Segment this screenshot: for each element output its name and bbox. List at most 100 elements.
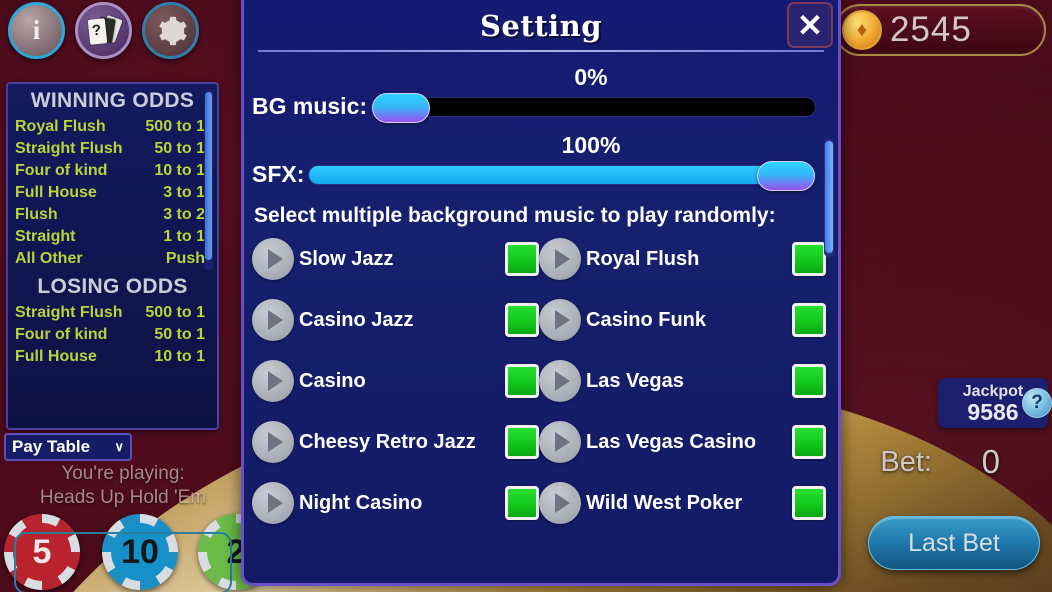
music-section-title: Select multiple background music to play… <box>254 204 776 227</box>
sfx-slider-row: SFX: <box>244 160 838 191</box>
track-name: Royal Flush <box>586 247 700 270</box>
now-playing-game: Heads Up Hold 'Em <box>39 487 207 508</box>
table-row: All Other Push <box>8 248 217 270</box>
bg-music-label: BG music: <box>252 93 368 119</box>
play-icon[interactable] <box>539 360 581 402</box>
track-name: Slow Jazz <box>299 247 394 270</box>
help-cards-icon[interactable]: ? <box>75 2 132 59</box>
play-icon[interactable] <box>252 299 294 341</box>
odds-panel-scrollbar[interactable] <box>204 90 213 270</box>
track-checkbox[interactable] <box>505 486 539 520</box>
bet-label: Bet: <box>880 446 932 478</box>
track-checkbox[interactable] <box>505 425 539 459</box>
coin-icon: ♦ <box>842 10 882 50</box>
odds-hand: All Other <box>15 250 83 267</box>
sfx-slider[interactable] <box>308 160 816 191</box>
track-checkbox[interactable] <box>792 425 826 459</box>
track-name: Wild West Poker <box>586 491 743 514</box>
close-glyph: ✕ <box>797 7 823 43</box>
play-icon[interactable] <box>252 482 294 524</box>
track-checkbox[interactable] <box>792 303 826 337</box>
bg-music-slider-block: 0% BG music: <box>244 64 838 123</box>
track-checkbox[interactable] <box>792 242 826 276</box>
play-icon[interactable] <box>252 238 294 280</box>
now-playing-note: You're playing: Heads Up Hold 'Em <box>8 462 238 510</box>
odds-payout: 3 to 2 <box>163 206 205 223</box>
dialog-scrollbar[interactable] <box>824 139 834 257</box>
odds-panel[interactable]: WINNING ODDS Royal Flush 500 to 1 Straig… <box>6 82 219 430</box>
last-bet-label: Last Bet <box>908 528 1000 557</box>
track-cell: Las Vegas Casino <box>539 421 826 463</box>
gear-icon[interactable] <box>142 2 199 59</box>
track-checkbox[interactable] <box>505 364 539 398</box>
track-checkbox[interactable] <box>505 242 539 276</box>
odds-hand: Flush <box>15 206 58 223</box>
odds-payout: 10 to 1 <box>154 162 205 179</box>
odds-hand: Full House <box>15 348 97 365</box>
track-cell: Night Casino <box>252 482 539 524</box>
bg-music-slider[interactable] <box>371 92 816 123</box>
table-row: Flush 3 to 2 <box>8 204 217 226</box>
list-item: Casino Jazz Casino Funk <box>252 299 826 341</box>
cards-glyph: ? <box>87 14 123 48</box>
table-row: Four of kind 50 to 1 <box>8 324 217 346</box>
track-cell: Casino <box>252 360 539 402</box>
jackpot-value: 9586 <box>967 398 1019 425</box>
track-name: Las Vegas Casino <box>586 430 757 453</box>
table-row: Full House 3 to 1 <box>8 182 217 204</box>
track-name: Las Vegas <box>586 369 684 392</box>
music-track-grid: Slow Jazz Royal Flush Casino Jazz Casino… <box>244 232 838 524</box>
odds-hand: Straight Flush <box>15 304 123 321</box>
track-name: Cheesy Retro Jazz <box>299 430 476 453</box>
track-cell: Casino Jazz <box>252 299 539 341</box>
list-item: Night Casino Wild West Poker <box>252 482 826 524</box>
pay-table-dropdown[interactable]: Pay Table ∨ <box>4 433 132 461</box>
bg-music-slider-thumb[interactable] <box>372 92 431 123</box>
track-checkbox[interactable] <box>505 303 539 337</box>
bg-music-slider-row: BG music: <box>244 92 838 123</box>
track-cell: Slow Jazz <box>252 238 539 280</box>
play-icon[interactable] <box>539 482 581 524</box>
track-checkbox[interactable] <box>792 486 826 520</box>
sfx-slider-fill <box>309 165 816 184</box>
top-icon-bar: i ? <box>8 2 199 59</box>
odds-hand: Full House <box>15 184 97 201</box>
sfx-slider-block: 100% SFX: <box>244 132 838 191</box>
track-cell: Las Vegas <box>539 360 826 402</box>
odds-payout: 500 to 1 <box>145 118 205 135</box>
odds-payout: 10 to 1 <box>154 348 205 365</box>
jackpot-help-icon[interactable]: ? <box>1022 388 1052 418</box>
table-row: Full House 10 to 1 <box>8 346 217 368</box>
play-icon[interactable] <box>539 238 581 280</box>
track-cell: Cheesy Retro Jazz <box>252 421 539 463</box>
play-icon[interactable] <box>539 299 581 341</box>
odds-payout: 1 to 1 <box>163 228 205 245</box>
settings-dialog: Setting ✕ 0% BG music: 100% SFX: Select … <box>241 0 841 586</box>
play-icon[interactable] <box>252 360 294 402</box>
sfx-label: SFX: <box>252 161 305 187</box>
track-cell: Royal Flush <box>539 238 826 280</box>
now-playing-label: You're playing: <box>61 463 185 484</box>
bg-music-percent: 0% <box>574 64 608 90</box>
track-name: Casino Funk <box>586 308 707 331</box>
odds-hand: Four of kind <box>15 162 108 179</box>
odds-payout: 3 to 1 <box>163 184 205 201</box>
list-item: Slow Jazz Royal Flush <box>252 238 826 280</box>
chevron-down-icon: ∨ <box>114 439 124 454</box>
odds-payout: 500 to 1 <box>145 304 205 321</box>
play-icon[interactable] <box>252 421 294 463</box>
last-bet-button[interactable]: Last Bet <box>868 516 1040 570</box>
track-checkbox[interactable] <box>792 364 826 398</box>
winning-odds-title: WINNING ODDS <box>30 89 195 112</box>
balance-amount: 2545 <box>890 10 972 49</box>
table-row: Straight 1 to 1 <box>8 226 217 248</box>
dialog-divider <box>258 50 824 52</box>
sfx-slider-thumb[interactable] <box>757 160 816 191</box>
balance-display: ♦ 2545 <box>834 4 1046 56</box>
gear-svg <box>158 16 187 45</box>
info-icon[interactable]: i <box>8 2 65 59</box>
play-icon[interactable] <box>539 421 581 463</box>
bet-value: 0 <box>981 443 1000 480</box>
track-name: Casino <box>299 369 366 392</box>
close-icon[interactable]: ✕ <box>787 2 833 48</box>
